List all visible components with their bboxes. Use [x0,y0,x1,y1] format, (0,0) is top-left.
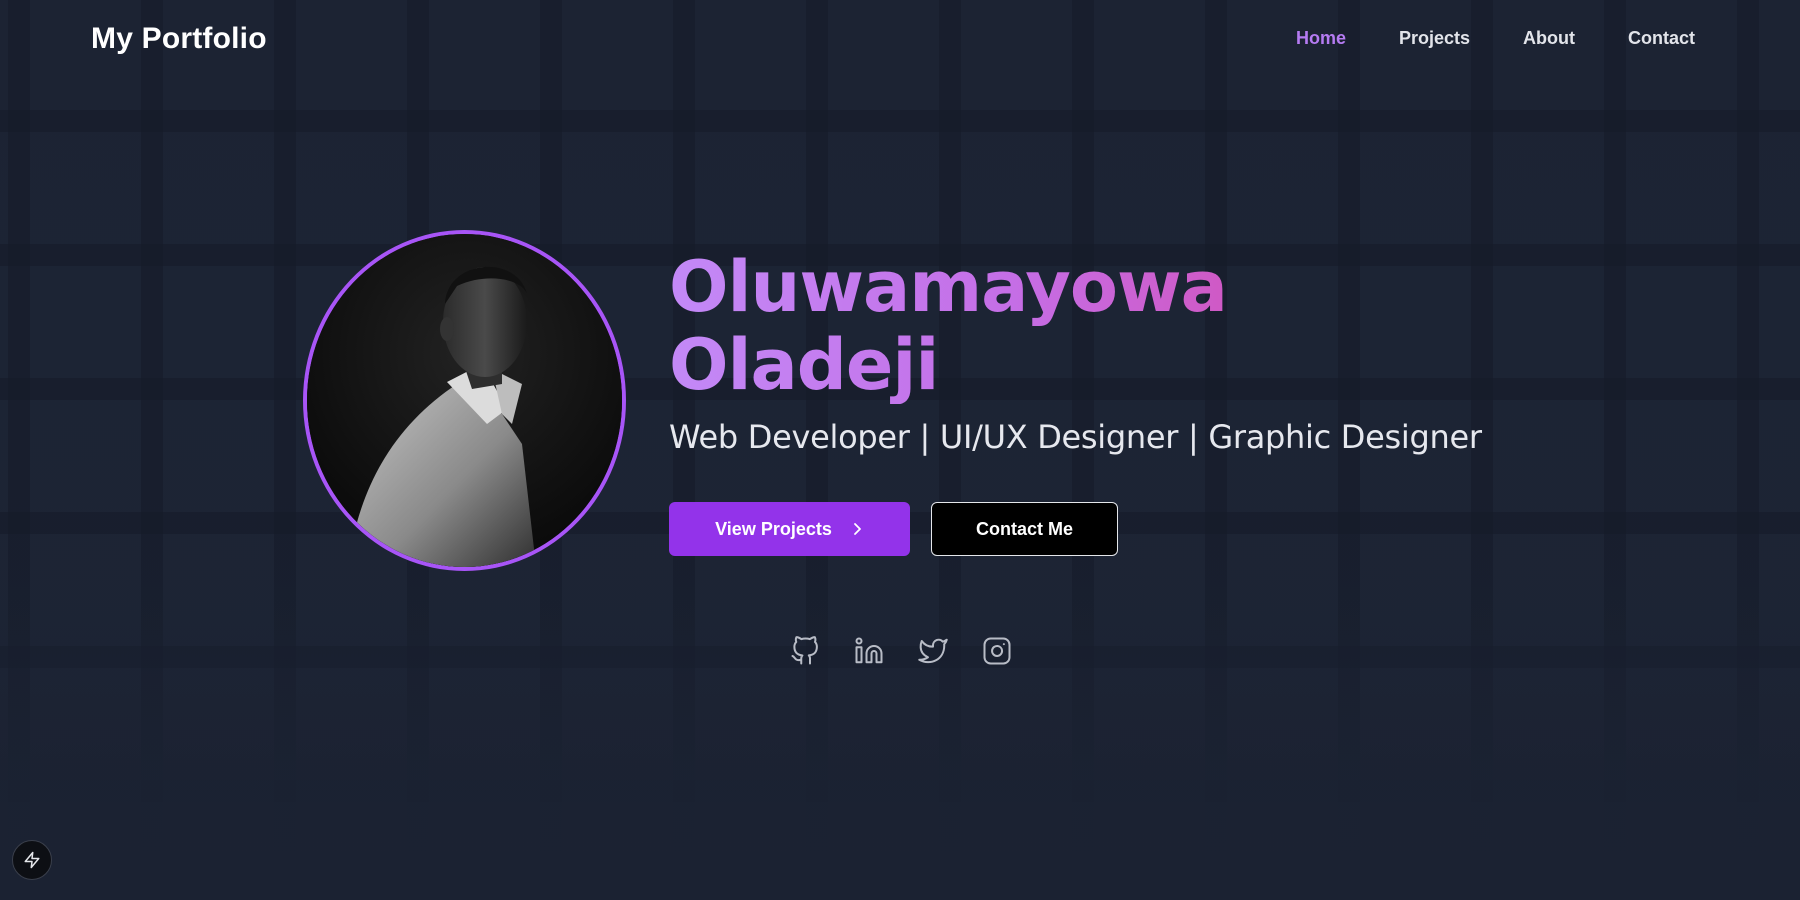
twitter-icon[interactable] [916,634,949,667]
hero-buttons: View Projects Contact Me [669,502,1118,556]
chevron-right-icon [853,523,861,535]
nav-home-link[interactable]: Home [1296,28,1346,49]
nav-contact-link[interactable]: Contact [1628,28,1695,49]
site-logo[interactable]: My Portfolio [91,22,267,56]
hero-subtitle: Web Developer | UI/UX Designer | Graphic… [669,418,1482,456]
main-nav: Home Projects About Contact [1296,28,1695,49]
site-header: My Portfolio Home Projects About Contact [0,0,1800,82]
view-projects-button[interactable]: View Projects [669,502,910,556]
social-links [788,634,1013,667]
hero-name-first: Oluwamayowa [669,246,1227,328]
page: My Portfolio Home Projects About Contact [0,0,1800,900]
hero-name: Oluwamayowa Oladeji [669,248,1429,404]
lightning-icon [24,851,40,869]
nav-about-link[interactable]: About [1523,28,1575,49]
nav-projects-link[interactable]: Projects [1399,28,1470,49]
dev-tools-badge[interactable] [12,840,52,880]
view-projects-label: View Projects [715,518,832,539]
hero-text: Oluwamayowa Oladeji Web Developer | UI/U… [669,248,1482,456]
contact-me-button[interactable]: Contact Me [931,502,1118,556]
github-icon[interactable] [788,634,821,667]
instagram-icon[interactable] [980,634,1013,667]
hero-name-last: Oladeji [669,324,939,406]
profile-portrait-image [307,234,622,567]
profile-photo [303,230,626,571]
linkedin-icon[interactable] [852,634,885,667]
